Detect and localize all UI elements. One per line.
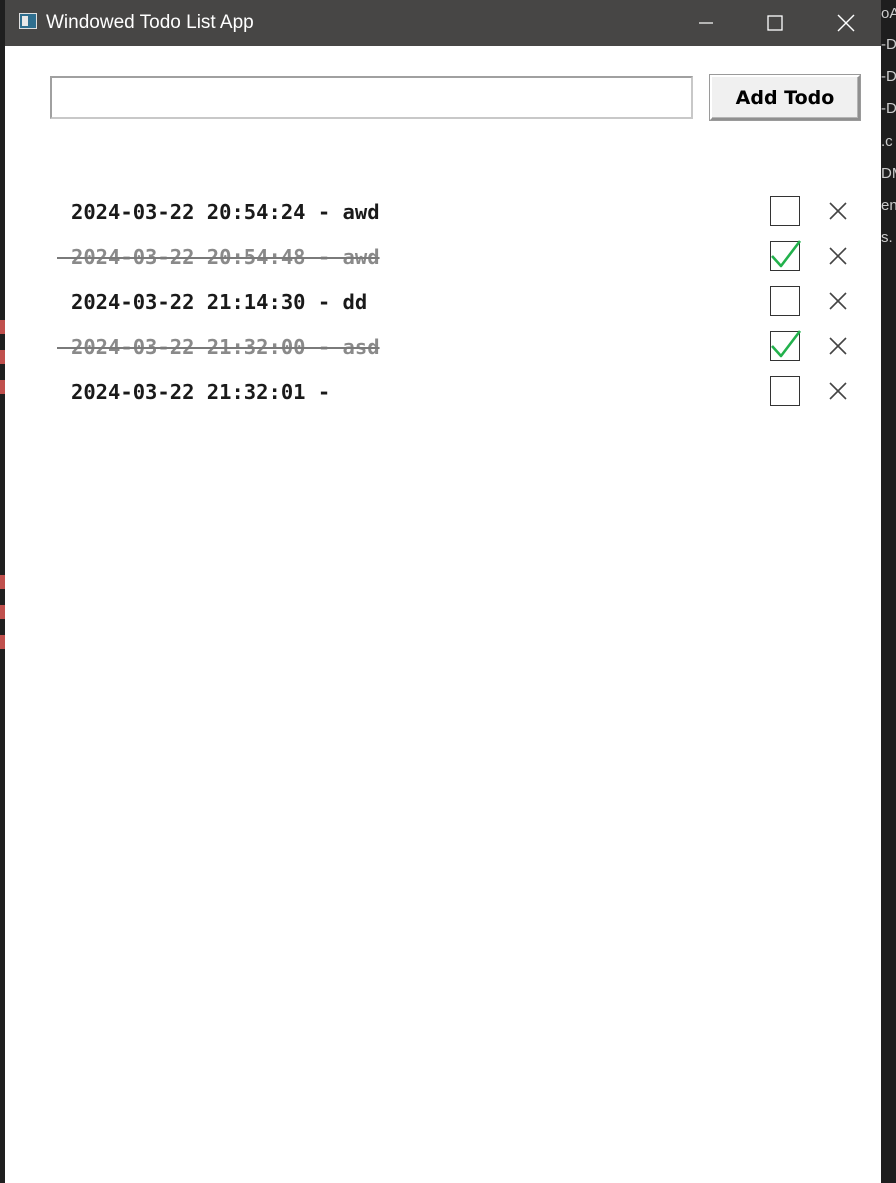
todo-checkbox[interactable]	[770, 240, 802, 271]
delete-icon	[829, 337, 847, 355]
app-window: Windowed Todo List App Add Todo 2024-03-…	[5, 0, 881, 1183]
title-bar[interactable]: Windowed Todo List App	[5, 0, 881, 46]
todo-text: 2024-03-22 20:54:48 - awd	[57, 245, 380, 269]
check-icon	[771, 240, 802, 268]
todo-text: 2024-03-22 21:32:00 - asd	[57, 335, 380, 359]
todo-item: 2024-03-22 20:54:24 - awd	[5, 190, 881, 234]
maximize-button[interactable]	[740, 0, 810, 46]
check-icon	[771, 330, 802, 358]
todo-item: 2024-03-22 21:32:00 - asd	[5, 325, 881, 369]
todo-text: 2024-03-22 20:54:24 - awd	[71, 200, 380, 224]
close-icon	[837, 14, 855, 32]
todo-checkbox[interactable]	[770, 330, 802, 361]
background-text: -D	[881, 100, 896, 117]
background-text: en	[881, 197, 896, 214]
todo-text: 2024-03-22 21:32:01 -	[71, 380, 331, 404]
background-editor-right: oA -D -D -D .c DM en s.	[881, 0, 896, 1183]
todo-checkbox[interactable]	[770, 376, 800, 406]
delete-todo-button[interactable]	[825, 378, 851, 404]
todo-checkbox[interactable]	[770, 286, 800, 316]
background-text: -D	[881, 68, 896, 85]
close-window-button[interactable]	[811, 0, 881, 46]
delete-icon	[829, 382, 847, 400]
background-text: s.	[881, 229, 893, 246]
minimize-button[interactable]	[671, 0, 741, 46]
delete-icon	[829, 292, 847, 310]
todo-checkbox[interactable]	[770, 196, 800, 226]
maximize-icon	[767, 15, 783, 31]
minimize-icon	[699, 22, 713, 24]
delete-icon	[829, 202, 847, 220]
delete-icon	[829, 247, 847, 265]
add-todo-button[interactable]: Add Todo	[710, 75, 860, 120]
window-title: Windowed Todo List App	[46, 12, 254, 33]
todo-item: 2024-03-22 21:14:30 - dd	[5, 280, 881, 324]
background-text: DM	[881, 165, 896, 182]
todo-text: 2024-03-22 21:14:30 - dd	[71, 290, 368, 314]
background-text: -D	[881, 36, 896, 53]
app-icon	[19, 13, 37, 29]
background-text: oA	[881, 5, 896, 22]
delete-todo-button[interactable]	[825, 333, 851, 359]
todo-item: 2024-03-22 20:54:48 - awd	[5, 235, 881, 279]
todo-input[interactable]	[50, 76, 693, 119]
delete-todo-button[interactable]	[825, 198, 851, 224]
todo-item: 2024-03-22 21:32:01 -	[5, 370, 881, 414]
background-text: .c	[881, 133, 893, 150]
delete-todo-button[interactable]	[825, 243, 851, 269]
delete-todo-button[interactable]	[825, 288, 851, 314]
